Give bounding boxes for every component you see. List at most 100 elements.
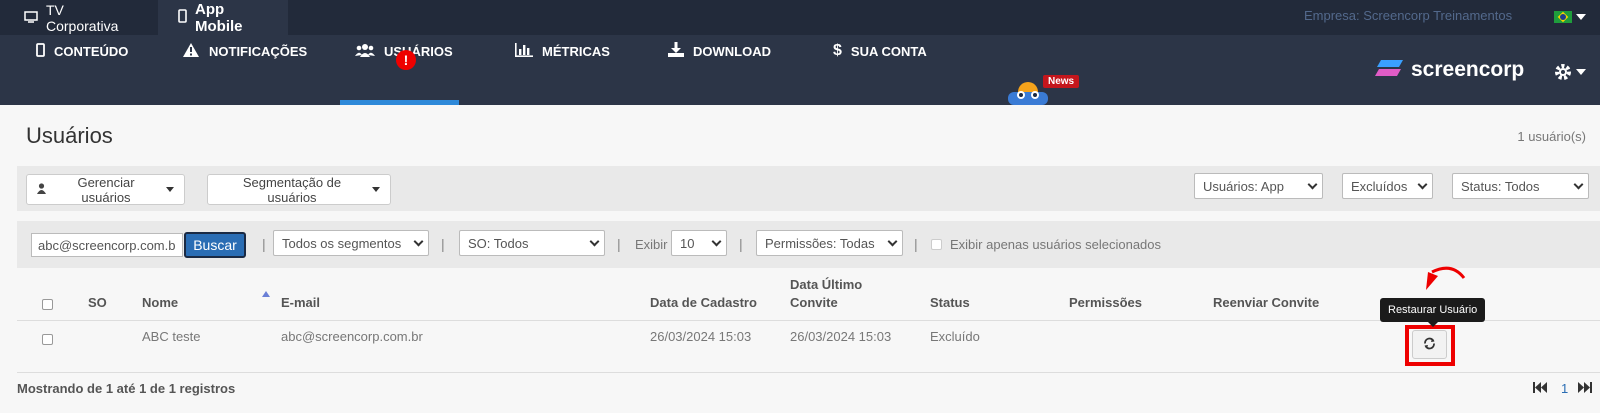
chevron-down-icon: [413, 236, 424, 246]
status-value: Status: Todos: [1461, 178, 1540, 194]
column-data-ultimo-convite-line2[interactable]: Convite: [790, 295, 838, 310]
manage-users-label: Gerenciar usuários: [77, 174, 135, 205]
only-selected-label: Exibir apenas usuários selecionados: [950, 237, 1162, 252]
records-info: Mostrando de 1 até 1 de 1 registros: [17, 381, 236, 396]
segmentation-button[interactable]: Segmentação de usuários: [207, 174, 391, 205]
permissions-select[interactable]: Permissões: Todas: [756, 230, 903, 256]
nav-item-sua-conta[interactable]: $ SUA CONTA: [833, 35, 927, 67]
status-select[interactable]: Status: Todos: [1452, 173, 1589, 199]
restore-user-button[interactable]: [1412, 330, 1447, 359]
cell-data-convite: 26/03/2024 15:03: [790, 329, 892, 344]
last-page-icon[interactable]: [1578, 381, 1592, 396]
chevron-down-icon: [1307, 179, 1318, 189]
header-divider: [17, 320, 1600, 321]
select-all-checkbox[interactable]: [42, 299, 53, 310]
divider: |: [739, 236, 743, 252]
sort-asc-icon[interactable]: [262, 287, 270, 297]
chevron-down-icon: [711, 236, 722, 246]
logo-text: screencorp: [1411, 58, 1525, 81]
excluded-select[interactable]: Excluídos: [1342, 173, 1433, 199]
excluded-value: Excluídos: [1351, 178, 1408, 194]
chevron-down-icon: [887, 236, 898, 246]
dollar-icon: $: [833, 42, 842, 59]
divider: |: [262, 236, 266, 252]
page-title: Usuários: [26, 123, 113, 148]
nav-item-conteudo[interactable]: CONTEÚDO: [36, 35, 128, 67]
mobile-icon: [36, 42, 45, 60]
permissions-value: Permissões: Todas: [765, 235, 875, 251]
nav-item-label: DOWNLOAD: [693, 43, 771, 59]
refresh-icon: [1423, 337, 1436, 353]
nav-item-label: MÉTRICAS: [542, 43, 610, 59]
manage-users-button[interactable]: Gerenciar usuários: [26, 174, 185, 205]
column-email[interactable]: E-mail: [281, 295, 320, 310]
download-icon: [668, 42, 684, 60]
first-page-icon[interactable]: [1533, 381, 1547, 396]
nav-item-notificacoes[interactable]: NOTIFICAÇÕES: [182, 35, 307, 67]
segments-select[interactable]: Todos os segmentos: [273, 230, 429, 256]
active-tab-underline: [340, 100, 459, 105]
os-select[interactable]: SO: Todos: [459, 230, 605, 256]
segmentation-label: Segmentação de usuários: [242, 174, 342, 205]
monitor-icon: [24, 10, 38, 26]
nav-item-metricas[interactable]: MÉTRICAS: [515, 35, 610, 67]
annotation-arrow-icon: [1426, 266, 1466, 290]
only-selected-checkbox[interactable]: [931, 239, 942, 250]
column-so[interactable]: SO: [88, 295, 107, 310]
page-number[interactable]: 1: [1561, 381, 1568, 396]
column-nome[interactable]: Nome: [142, 295, 178, 310]
os-value: SO: Todos: [468, 235, 529, 251]
cell-data-cadastro: 26/03/2024 15:03: [650, 329, 752, 344]
column-permissoes[interactable]: Permissões: [1069, 295, 1142, 310]
users-icon: [355, 43, 375, 60]
mobile-icon: [178, 8, 187, 27]
nav-item-label: SUA CONTA: [850, 43, 927, 59]
gear-icon[interactable]: [1554, 63, 1572, 86]
logo-mark-icon: [1375, 60, 1403, 76]
nav-item-label: CONTEÚDO: [54, 43, 129, 59]
show-count-value: 10: [680, 235, 695, 251]
column-data-cadastro[interactable]: Data de Cadastro: [650, 295, 757, 310]
news-badge[interactable]: News: [1043, 75, 1080, 88]
show-count-select[interactable]: 10: [671, 230, 727, 256]
chevron-down-icon: [1417, 179, 1428, 189]
nav-item-label: USUÁRIOS: [384, 43, 453, 59]
nav-item-download[interactable]: DOWNLOAD: [668, 35, 771, 67]
nav-item-label: NOTIFICAÇÕES: [209, 43, 308, 59]
cell-status: Excluído: [930, 329, 980, 344]
brazil-flag-icon[interactable]: [1554, 11, 1572, 23]
show-label: Exibir: [635, 237, 668, 252]
chevron-down-icon[interactable]: [1576, 14, 1586, 25]
segments-value: Todos os segmentos: [282, 235, 402, 251]
restore-tooltip: Restaurar Usuário: [1380, 298, 1486, 327]
chevron-down-icon: [1573, 179, 1584, 189]
cell-nome: ABC teste: [142, 329, 201, 344]
bar-chart-icon: [515, 42, 533, 60]
column-status[interactable]: Status: [930, 295, 970, 310]
tab-tv-corporativa-label: TV Corporativa: [46, 1, 119, 34]
warning-icon: [182, 42, 200, 61]
users-type-value: Usuários: App: [1203, 178, 1284, 194]
user-count: 1 usuário(s): [1517, 129, 1586, 144]
users-type-select[interactable]: Usuários: App: [1194, 173, 1323, 199]
user-icon: [37, 182, 46, 197]
top-bar: TV Corporativa App Mobile Empresa: Scree…: [0, 0, 1600, 35]
search-button[interactable]: Buscar: [184, 232, 246, 258]
chevron-down-icon: [372, 187, 380, 196]
company-name: Empresa: Screencorp Treinamentos: [1304, 8, 1513, 23]
column-reenviar-convite[interactable]: Reenviar Convite: [1213, 295, 1319, 310]
divider: |: [617, 236, 621, 252]
chevron-down-icon: [166, 187, 174, 196]
tab-app-mobile-label: App Mobile: [195, 0, 243, 35]
divider: |: [914, 236, 918, 252]
tab-tv-corporativa[interactable]: TV Corporativa: [4, 0, 158, 35]
cell-email: abc@screencorp.com.br: [281, 329, 423, 344]
column-data-ultimo-convite[interactable]: Data Último: [790, 277, 862, 292]
chevron-down-icon: [589, 236, 600, 246]
row-checkbox[interactable]: [42, 334, 53, 345]
screencorp-logo: screencorp: [1375, 58, 1524, 82]
chevron-down-icon[interactable]: [1576, 69, 1586, 80]
tab-app-mobile[interactable]: App Mobile: [158, 0, 288, 35]
search-input[interactable]: [31, 233, 183, 257]
divider: |: [441, 236, 445, 252]
